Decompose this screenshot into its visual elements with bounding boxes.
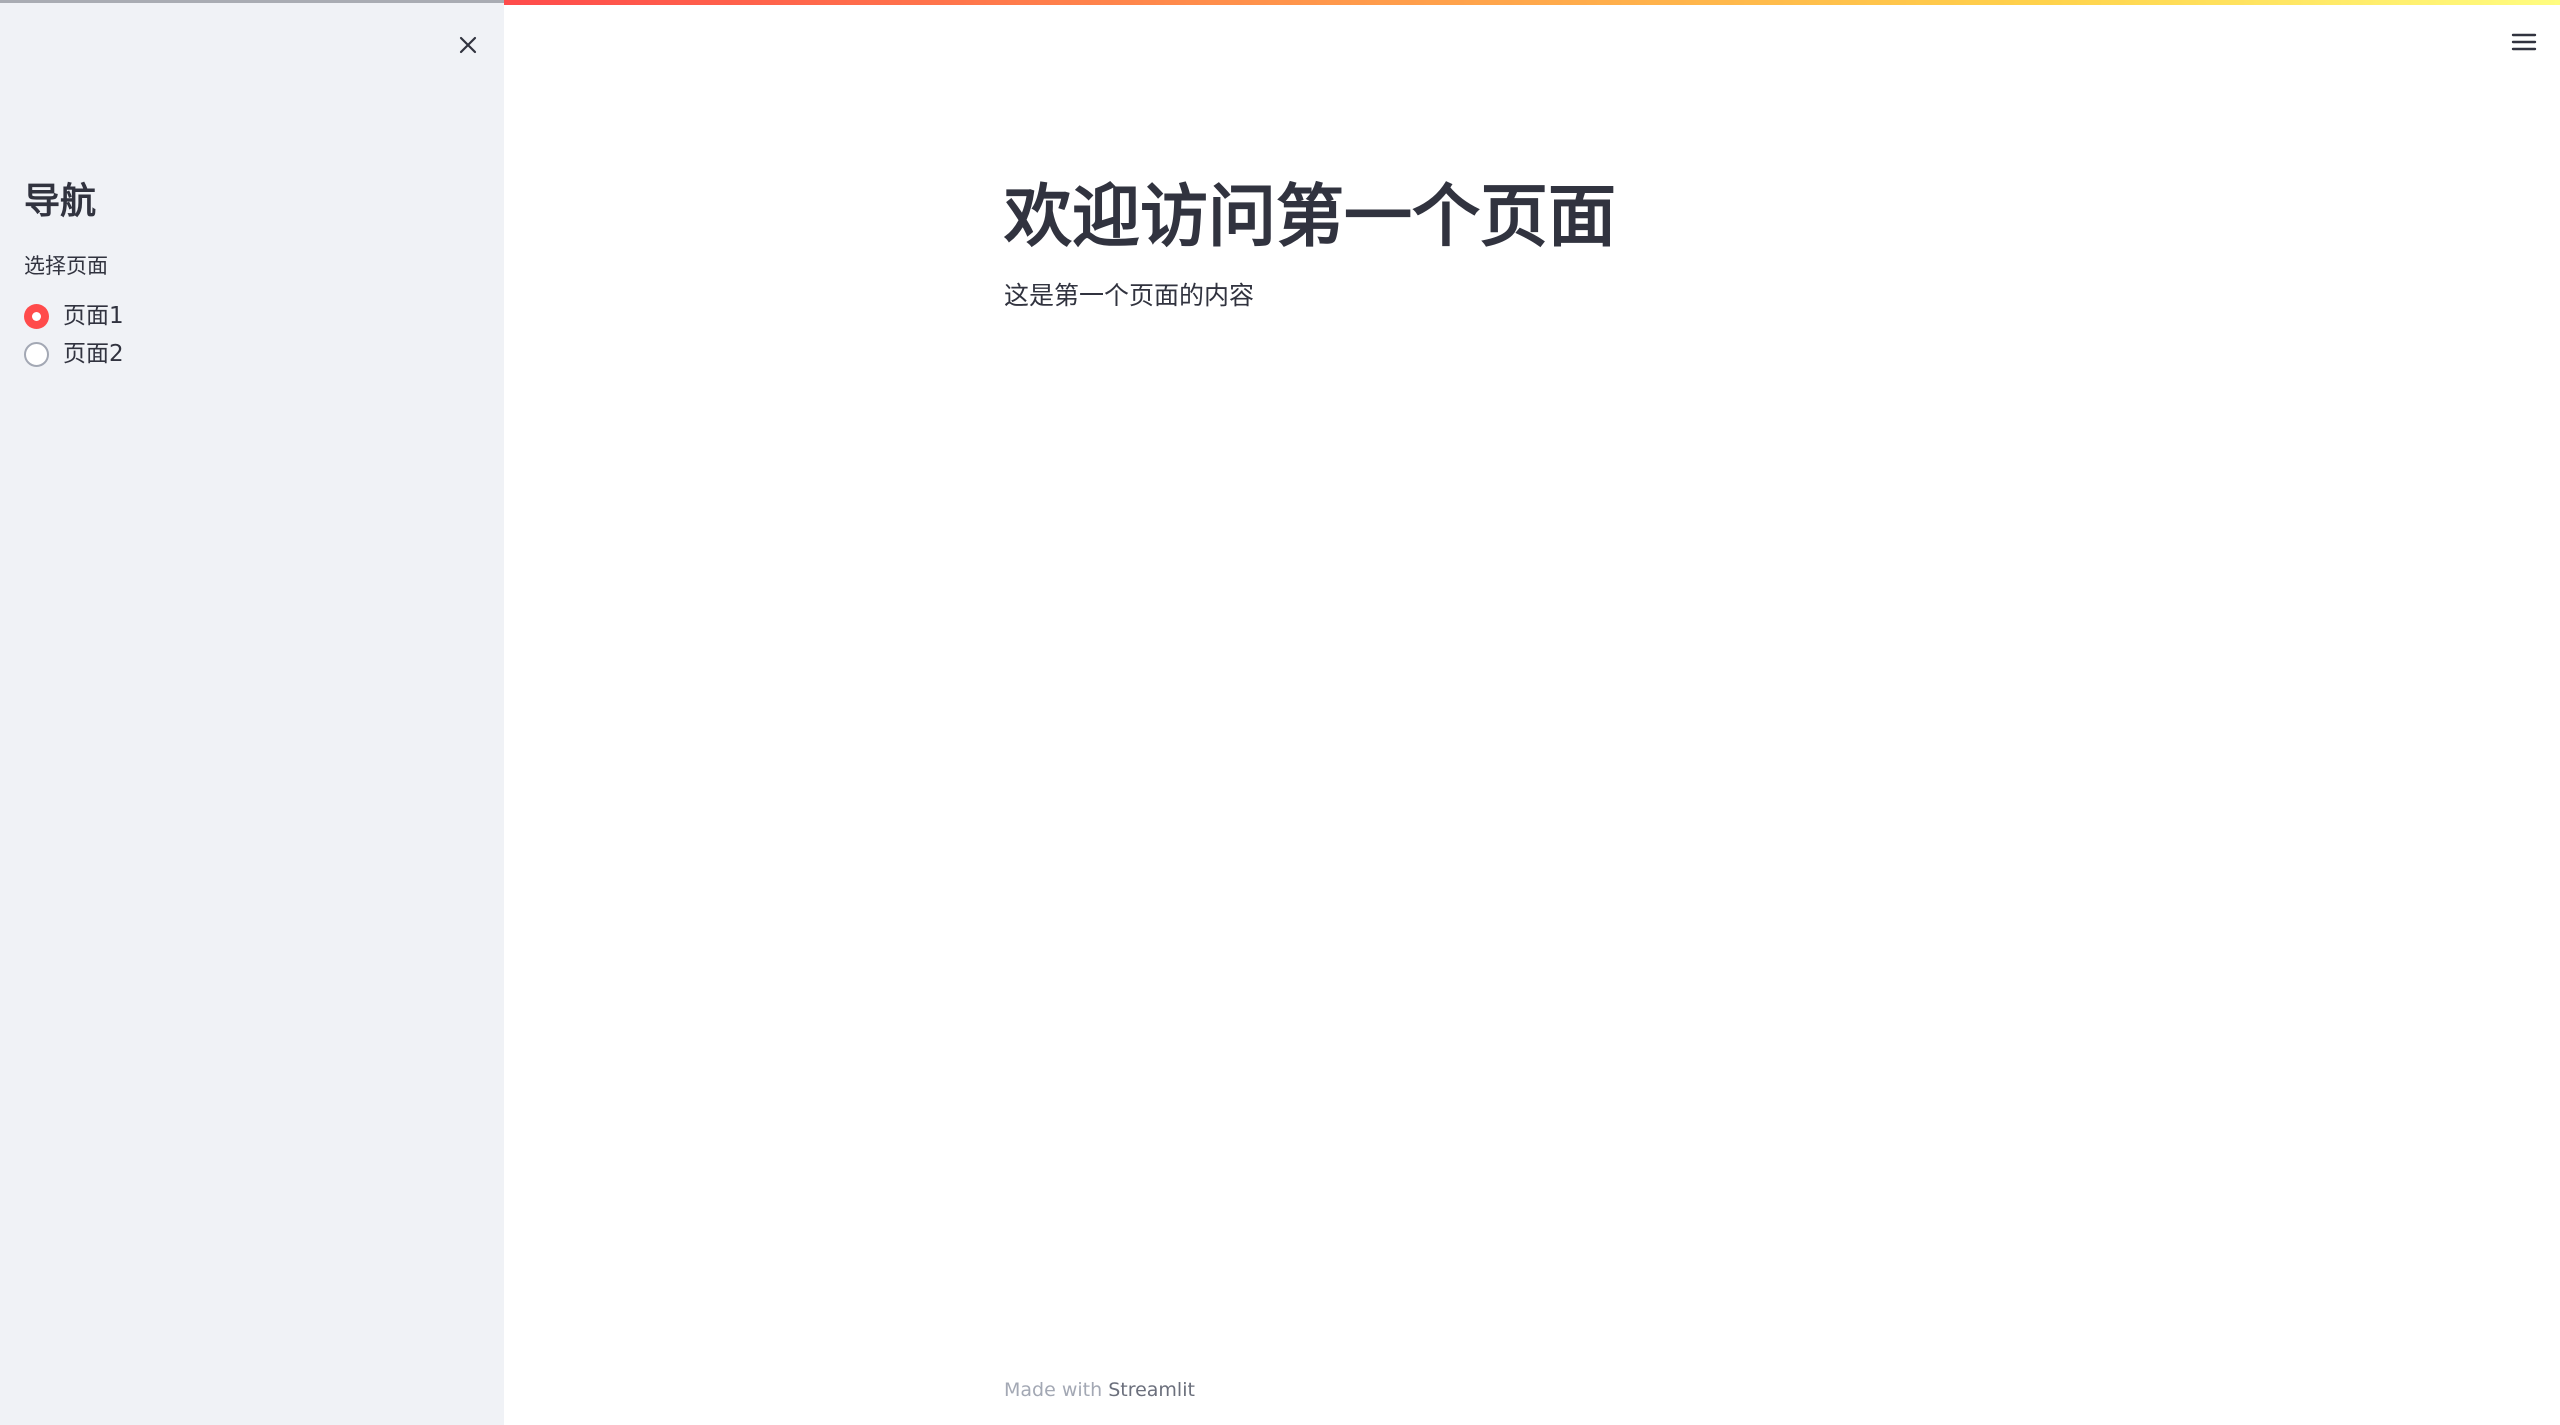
footer-prefix: Made with (1004, 1379, 1109, 1401)
page-radio-group: 页面1 页面2 (24, 297, 124, 373)
footer: Made with Streamlit (1004, 1376, 1195, 1404)
sidebar: 导航 选择页面 页面1 页面2 (0, 0, 504, 1425)
footer-brand-link[interactable]: Streamlit (1108, 1379, 1195, 1401)
hamburger-menu-icon (2511, 33, 2537, 51)
app-root: 导航 选择页面 页面1 页面2 欢迎访问第一个页面 这是第一个页面的内容 Mad… (0, 0, 2560, 1425)
top-decoration-bar (504, 0, 2560, 5)
radio-option-page1[interactable]: 页面1 (24, 297, 124, 335)
radio-unchecked-icon[interactable] (24, 341, 49, 367)
radio-option-label: 页面1 (63, 303, 124, 329)
main-menu-button[interactable] (2506, 26, 2542, 58)
page-title: 欢迎访问第一个页面 (1004, 178, 1617, 257)
radio-option-label: 页面2 (63, 341, 124, 367)
page-body-text: 这是第一个页面的内容 (1004, 281, 1255, 310)
sidebar-close-button[interactable] (450, 27, 486, 63)
radio-checked-icon[interactable] (24, 303, 49, 329)
radio-option-page2[interactable]: 页面2 (24, 335, 124, 373)
close-icon (459, 36, 477, 54)
radio-group-label: 选择页面 (24, 254, 108, 278)
sidebar-title: 导航 (24, 181, 97, 222)
